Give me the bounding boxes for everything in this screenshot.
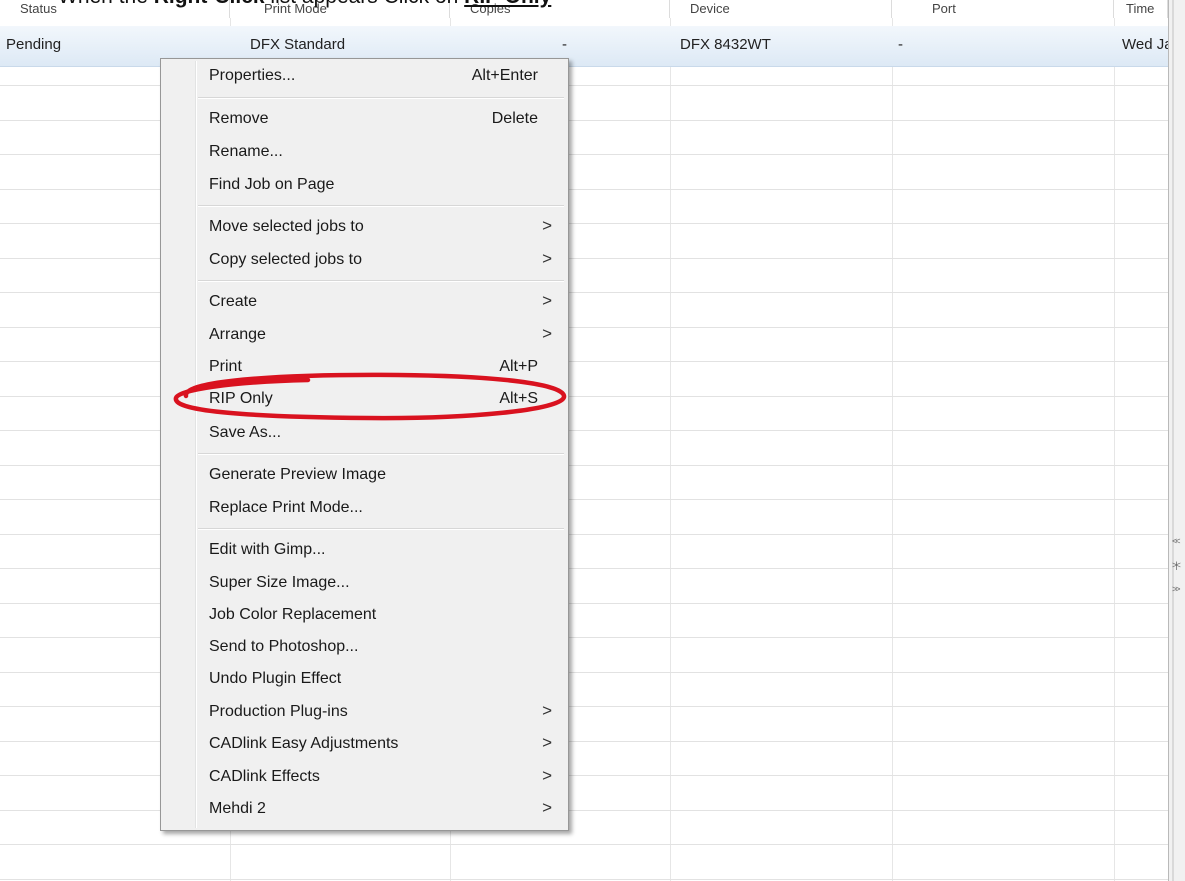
menu-item-save-as[interactable]: Save As... bbox=[163, 418, 566, 448]
menu-item-label: Remove bbox=[209, 110, 269, 127]
cell-copies: - bbox=[562, 36, 567, 53]
instruction-prefix: When the bbox=[58, 0, 154, 8]
menu-item-label: Generate Preview Image bbox=[209, 466, 386, 483]
menu-item-label: Print bbox=[209, 358, 242, 375]
vertical-scrollbar[interactable] bbox=[1168, 0, 1185, 881]
column-divider bbox=[670, 18, 671, 881]
menu-item-remove[interactable]: Remove Delete bbox=[163, 104, 566, 134]
instruction-middle: list appears Click on bbox=[265, 0, 465, 8]
cell-print-mode: DFX Standard bbox=[250, 36, 346, 53]
chevron-right-icon: > bbox=[542, 216, 552, 235]
menu-item-label: Copy selected jobs to bbox=[209, 251, 362, 268]
chevron-right-icon: > bbox=[542, 733, 552, 752]
chevron-right-icon: > bbox=[542, 249, 552, 268]
menu-item-label: Send to Photoshop... bbox=[209, 638, 359, 655]
menu-item-label: Undo Plugin Effect bbox=[209, 670, 342, 687]
menu-item-production-plug-ins[interactable]: Production Plug-ins > bbox=[163, 697, 566, 727]
menu-item-find-job-on-page[interactable]: Find Job on Page bbox=[163, 170, 566, 200]
menu-item-shortcut: Alt+P bbox=[499, 358, 538, 375]
menu-item-label: Save As... bbox=[209, 424, 282, 441]
menu-item-label: Edit with Gimp... bbox=[209, 541, 326, 558]
instruction-bold: Right-Click bbox=[154, 0, 265, 8]
instruction-text: When the Right-Click list appears Click … bbox=[0, 0, 1185, 9]
menu-item-job-color-replacement[interactable]: Job Color Replacement bbox=[163, 600, 566, 630]
cell-device: DFX 8432WT bbox=[680, 36, 771, 53]
menu-item-label: Properties... bbox=[209, 67, 296, 84]
menu-separator bbox=[198, 280, 564, 282]
expand-right-icon[interactable]: >> bbox=[1172, 584, 1180, 594]
chevron-right-icon: > bbox=[542, 701, 552, 720]
menu-item-label: CADlink Effects bbox=[209, 768, 320, 785]
chevron-right-icon: > bbox=[542, 291, 552, 310]
menu-item-cadlink-effects[interactable]: CADlink Effects > bbox=[163, 762, 566, 792]
chevron-right-icon: > bbox=[542, 798, 552, 817]
menu-item-label: Production Plug-ins bbox=[209, 703, 348, 720]
menu-item-undo-plugin-effect[interactable]: Undo Plugin Effect bbox=[163, 664, 566, 694]
chevron-right-icon: > bbox=[542, 324, 552, 343]
menu-item-label: Create bbox=[209, 293, 258, 310]
menu-item-mehdi-2[interactable]: Mehdi 2 > bbox=[163, 794, 566, 824]
cell-time: Wed Ja bbox=[1122, 36, 1168, 53]
menu-separator bbox=[198, 97, 564, 99]
menu-item-send-to-photoshop[interactable]: Send to Photoshop... bbox=[163, 632, 566, 662]
menu-item-edit-with-gimp[interactable]: Edit with Gimp... bbox=[163, 535, 566, 565]
menu-item-move-selected-jobs[interactable]: Move selected jobs to > bbox=[163, 212, 566, 242]
row-grid-line bbox=[0, 879, 1168, 880]
menu-item-replace-print-mode[interactable]: Replace Print Mode... bbox=[163, 493, 566, 523]
menu-item-label: Super Size Image... bbox=[209, 574, 350, 591]
instruction-line: When the Right-Click list appears Click … bbox=[58, 0, 551, 9]
collapse-left-icon[interactable]: << bbox=[1172, 536, 1180, 546]
menu-item-label: RIP Only bbox=[209, 390, 273, 407]
menu-separator bbox=[198, 528, 564, 530]
cell-status: Pending bbox=[6, 36, 62, 53]
column-divider bbox=[1114, 18, 1115, 881]
scrollbar-track bbox=[1172, 0, 1174, 881]
menu-item-cadlink-easy-adjustments[interactable]: CADlink Easy Adjustments > bbox=[163, 729, 566, 759]
menu-item-rename[interactable]: Rename... bbox=[163, 137, 566, 167]
menu-item-rip-only[interactable]: RIP Only Alt+S bbox=[163, 384, 566, 414]
menu-item-label: Mehdi 2 bbox=[209, 800, 266, 817]
menu-item-print[interactable]: Print Alt+P bbox=[163, 352, 566, 382]
split-icon[interactable]: >|< bbox=[1172, 560, 1181, 570]
menu-item-label: Move selected jobs to bbox=[209, 218, 364, 235]
menu-item-label: Rename... bbox=[209, 143, 283, 160]
cell-port: - bbox=[898, 36, 903, 53]
menu-item-shortcut: Alt+Enter bbox=[471, 67, 538, 84]
instruction-link: RIP Only bbox=[464, 0, 551, 8]
menu-item-label: Arrange bbox=[209, 326, 266, 343]
menu-separator bbox=[198, 205, 564, 207]
menu-item-label: Replace Print Mode... bbox=[209, 499, 363, 516]
menu-item-arrange[interactable]: Arrange > bbox=[163, 320, 566, 350]
menu-item-properties[interactable]: Properties... Alt+Enter bbox=[163, 61, 566, 91]
menu-item-generate-preview-image[interactable]: Generate Preview Image bbox=[163, 460, 566, 490]
menu-separator bbox=[198, 453, 564, 455]
menu-item-super-size-image[interactable]: Super Size Image... bbox=[163, 568, 566, 598]
menu-item-label: Job Color Replacement bbox=[209, 606, 377, 623]
row-grid-line bbox=[0, 844, 1168, 845]
menu-item-copy-selected-jobs[interactable]: Copy selected jobs to > bbox=[163, 245, 566, 275]
menu-item-shortcut: Delete bbox=[491, 110, 538, 127]
chevron-right-icon: > bbox=[542, 766, 552, 785]
menu-item-label: CADlink Easy Adjustments bbox=[209, 735, 399, 752]
menu-item-label: Find Job on Page bbox=[209, 176, 335, 193]
column-divider bbox=[892, 18, 893, 881]
menu-item-shortcut: Alt+S bbox=[499, 390, 538, 407]
menu-item-create[interactable]: Create > bbox=[163, 287, 566, 317]
context-menu: Properties... Alt+Enter Remove Delete Re… bbox=[160, 58, 569, 831]
